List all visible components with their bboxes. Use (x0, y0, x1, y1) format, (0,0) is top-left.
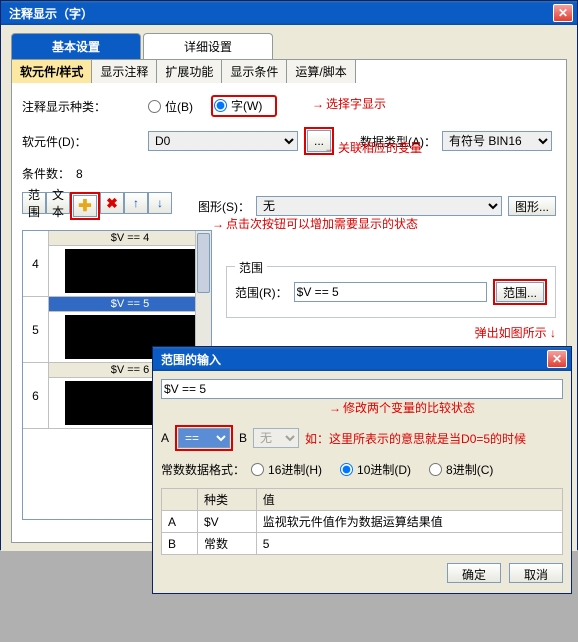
annot-popup: 弹出如图所示 ↓ (226, 324, 556, 341)
ok-button[interactable]: 确定 (447, 563, 501, 583)
device-browse-button[interactable]: ... (307, 130, 331, 152)
range-input-dialog: 范围的输入 ✕ 修改两个变量的比较状态 A == B 无 如：这里所表示的意思就… (152, 346, 572, 594)
state-5-header[interactable]: $V == 5 (49, 297, 211, 312)
tab-comment[interactable]: 显示注释 (92, 60, 157, 83)
datatype-combo[interactable]: 有符号 BIN16 (442, 131, 552, 151)
state-4-index: 4 (23, 231, 49, 296)
const-format-label: 常数数据格式： (161, 461, 245, 478)
delete-button[interactable]: ✖ (100, 192, 124, 214)
radio-word[interactable]: 字(W) (214, 97, 262, 114)
add-button[interactable]: ✚ (73, 195, 97, 217)
radio-oct[interactable]: 8进制(C) (429, 461, 493, 478)
scrollbar-thumb[interactable] (197, 233, 210, 293)
cond-count-value: 8 (76, 167, 83, 181)
shape-button[interactable]: 图形... (508, 196, 556, 216)
tab-basic[interactable]: 基本设置 (11, 33, 141, 59)
th-kind: 种类 (198, 489, 257, 511)
device-label: 软元件(D)： (22, 133, 142, 150)
sub-titlebar[interactable]: 范围的输入 ✕ (153, 347, 571, 371)
close-icon[interactable]: ✕ (553, 4, 573, 22)
radio-dec[interactable]: 10进制(D) (340, 461, 411, 478)
state-6-index: 6 (23, 363, 49, 428)
operator-combo[interactable]: == (178, 428, 230, 448)
plus-icon: ✚ (78, 196, 91, 216)
range-button[interactable]: 范围... (496, 282, 544, 302)
tab-condition[interactable]: 显示条件 (222, 60, 287, 83)
display-kind-label: 注释显示种类： (22, 98, 142, 115)
annot-meaning: 如：这里所表示的意思就是当D0=5的时候 (305, 430, 526, 447)
expr-input[interactable] (161, 379, 563, 399)
operand-b-label: B (239, 431, 247, 445)
range-legend: 范围 (235, 259, 267, 276)
arrow-down-icon: ↓ (157, 196, 163, 210)
move-down-button[interactable]: ↓ (148, 192, 172, 214)
sub-close-icon[interactable]: ✕ (547, 350, 567, 368)
state-5-index: 5 (23, 297, 49, 362)
cross-icon: ✖ (106, 195, 118, 212)
main-title: 注释显示（字） (5, 5, 553, 22)
range-groupbox: 范围 范围(R)： 范围... (226, 266, 556, 318)
main-titlebar[interactable]: 注释显示（字） ✕ (1, 1, 577, 25)
state-4-image[interactable] (65, 249, 195, 293)
radio-hex[interactable]: 16进制(H) (251, 461, 322, 478)
tab-script[interactable]: 运算/脚本 (287, 60, 355, 83)
btn-range[interactable]: 范围 (22, 192, 46, 214)
tab-extension[interactable]: 扩展功能 (157, 60, 222, 83)
shape-combo[interactable]: 无 (256, 196, 502, 216)
sub-title: 范围的输入 (157, 351, 547, 368)
btn-text[interactable]: 文本 (46, 192, 70, 214)
range-label: 范围(R)： (235, 284, 288, 301)
table-row: A$V监视软元件值作为数据运算结果值 (162, 511, 563, 533)
radio-bit[interactable]: 位(B) (148, 98, 193, 115)
cond-count-label: 条件数： (22, 165, 70, 182)
datatype-label: 数据类型(A)： (360, 133, 436, 150)
tab-style[interactable]: 软元件/样式 (12, 60, 92, 83)
move-up-button[interactable]: ↑ (124, 192, 148, 214)
operand-table: 种类值 A$V监视软元件值作为数据运算结果值 B常数5 (161, 488, 563, 555)
th-value: 值 (256, 489, 562, 511)
operand-a-label: A (161, 431, 169, 445)
state-4-header[interactable]: $V == 4 (49, 231, 211, 246)
b-value-combo: 无 (253, 428, 299, 448)
shape-label: 图形(S)： (198, 198, 250, 215)
device-combo[interactable]: D0 (148, 131, 298, 151)
table-row: B常数5 (162, 533, 563, 555)
cancel-button[interactable]: 取消 (509, 563, 563, 583)
annot-compare: 修改两个变量的比较状态 (329, 399, 475, 416)
arrow-up-icon: ↑ (133, 196, 139, 210)
range-input[interactable] (294, 282, 487, 302)
tab-detail[interactable]: 详细设置 (143, 33, 273, 59)
